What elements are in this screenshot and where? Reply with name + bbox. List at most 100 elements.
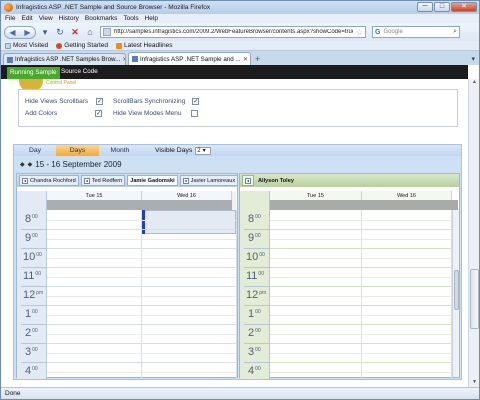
option-label: Hide View Modes Menu bbox=[113, 110, 182, 117]
reload-icon[interactable]: ↻ bbox=[54, 26, 66, 38]
resource-scrollbar[interactable] bbox=[452, 210, 459, 377]
close-tab-icon[interactable]: ✕ bbox=[243, 56, 248, 63]
day-column-tue[interactable] bbox=[270, 210, 362, 379]
expand-icon[interactable]: ◂ bbox=[83, 177, 90, 184]
selected-time-block[interactable] bbox=[143, 210, 236, 234]
hour-number: 1 bbox=[25, 308, 32, 320]
time-slot-line bbox=[142, 257, 236, 259]
hour-label: 800 bbox=[248, 213, 261, 225]
resource-chandra-rochford[interactable]: ◂ Chandra Rochford bbox=[19, 175, 79, 186]
tab-list-icon[interactable]: ▾ bbox=[471, 55, 475, 63]
menu-file[interactable]: File bbox=[5, 15, 15, 22]
menu-bookmarks[interactable]: Bookmarks bbox=[85, 15, 118, 22]
search-icon[interactable]: ⌕ bbox=[453, 28, 459, 36]
hour-suffix: 00 bbox=[36, 252, 42, 258]
expand-icon[interactable]: ◂ bbox=[182, 177, 189, 184]
appointment-bar[interactable] bbox=[142, 210, 145, 234]
time-slot-line bbox=[47, 333, 141, 335]
menu-history[interactable]: History bbox=[59, 15, 79, 22]
option-scrollbars-synchronizing[interactable]: ScrollBars Synchronizing ✓ bbox=[113, 98, 200, 105]
menu-tools[interactable]: Tools bbox=[123, 15, 138, 22]
visible-days-select[interactable]: 2 ▾ bbox=[195, 146, 212, 155]
home-icon[interactable]: ⌂ bbox=[84, 26, 96, 38]
bookmark-getting-started[interactable]: Getting Started bbox=[56, 42, 108, 49]
resource-ted-redfern[interactable]: ◂ Ted Redfern bbox=[80, 175, 126, 186]
tab-samples-browser[interactable]: Infragistics ASP .NET Samples Brow... ✕ bbox=[3, 53, 126, 65]
day-header-wed[interactable]: Wed 16 bbox=[142, 191, 232, 200]
google-icon[interactable]: G bbox=[375, 29, 380, 36]
day-header-wed[interactable]: Wed 16 bbox=[362, 191, 452, 200]
close-tab-icon[interactable]: ✕ bbox=[122, 56, 125, 63]
menu-view[interactable]: View bbox=[39, 15, 53, 22]
option-hide-view-modes-menu[interactable]: Hide View Modes Menu bbox=[113, 110, 198, 117]
expand-icon[interactable]: ◂ bbox=[245, 177, 251, 184]
bookmark-star-icon[interactable]: ☆ bbox=[356, 28, 365, 37]
back-forward-buttons[interactable]: ◀ ▶ bbox=[4, 25, 36, 39]
day-column-tue[interactable] bbox=[47, 210, 142, 379]
checkbox[interactable]: ✓ bbox=[96, 98, 104, 105]
new-tab-icon[interactable]: + bbox=[255, 54, 260, 64]
search-box[interactable]: G Google ⌕ bbox=[372, 26, 460, 38]
day-header-tue[interactable]: Tue 15 bbox=[47, 191, 142, 200]
time-slot-line bbox=[142, 333, 236, 335]
day-column-wed[interactable] bbox=[142, 210, 237, 379]
source-code-tab[interactable]: Source Code bbox=[61, 68, 98, 75]
bookmark-most-visited[interactable]: Most Visited bbox=[5, 42, 48, 49]
checkbox[interactable]: ✓ bbox=[95, 110, 103, 117]
maximize-button[interactable]: □ bbox=[434, 2, 450, 12]
running-sample-tab[interactable]: Running Sample bbox=[7, 67, 60, 79]
address-bar[interactable]: http://samples.infragistics.com/2009.2/W… bbox=[100, 26, 366, 38]
option-hide-views-scrollbars[interactable]: Hide Views Scrollbars ✓ bbox=[25, 98, 104, 105]
checkbox[interactable]: ✓ bbox=[192, 98, 200, 105]
time-slot-line bbox=[47, 352, 141, 354]
option-add-colors[interactable]: Add Colors ✓ bbox=[25, 110, 103, 117]
url-text[interactable]: http://samples.infragistics.com/2009.2/W… bbox=[114, 29, 353, 35]
page-scrollbar[interactable]: ▲ ▼ bbox=[468, 79, 479, 387]
collapse-icon[interactable]: ◂ bbox=[242, 175, 254, 186]
day-column-wed[interactable] bbox=[362, 210, 452, 379]
day-header-tue[interactable]: Tue 15 bbox=[270, 191, 362, 200]
scroll-thumb[interactable] bbox=[454, 270, 459, 310]
menu-edit[interactable]: Edit bbox=[21, 15, 32, 22]
time-slot-line bbox=[362, 248, 451, 249]
resource-javier-lamoreaux[interactable]: ◂ Javier Lamoreaux bbox=[179, 175, 239, 186]
checkbox[interactable] bbox=[190, 110, 198, 117]
dropdown-history-icon[interactable]: ▾ bbox=[39, 26, 51, 38]
hour-suffix: 00 bbox=[32, 309, 38, 315]
back-arrow-icon[interactable]: ◀ bbox=[9, 28, 15, 37]
hour-label: 100 bbox=[248, 308, 261, 320]
tab-days[interactable]: Days bbox=[56, 145, 99, 156]
forward-arrow-icon[interactable]: ▶ bbox=[24, 28, 30, 37]
hour-suffix: 00 bbox=[258, 271, 264, 277]
resource-jamie-gadomski[interactable]: Jamie Gadomski bbox=[127, 175, 178, 186]
tab-month[interactable]: Month bbox=[99, 145, 141, 156]
resource-allyson-toley[interactable]: Allyson Toley bbox=[256, 175, 296, 186]
search-placeholder[interactable]: Google bbox=[383, 29, 450, 35]
menu-help[interactable]: Help bbox=[145, 15, 158, 22]
time-slot-line bbox=[270, 286, 361, 287]
time-slot-line bbox=[270, 267, 361, 268]
scroll-down-icon[interactable]: ▼ bbox=[470, 379, 479, 387]
hour-divider bbox=[244, 229, 269, 230]
next-period-icon[interactable]: ◆ bbox=[28, 161, 33, 168]
tab-sample-source-browser[interactable]: Infragistics ASP .NET Sample and ... ✕ bbox=[128, 52, 251, 65]
hour-suffix: 00 bbox=[255, 214, 261, 220]
close-button[interactable]: ✕ bbox=[451, 2, 477, 12]
chevron-down-icon: ▾ bbox=[202, 148, 206, 154]
scroll-thumb[interactable] bbox=[470, 269, 479, 329]
expand-icon[interactable]: ◂ bbox=[22, 177, 28, 184]
time-slot-line bbox=[142, 248, 236, 249]
time-slot-line bbox=[142, 324, 236, 325]
previous-period-icon[interactable]: ◆ bbox=[20, 161, 25, 168]
all-day-area[interactable] bbox=[47, 200, 232, 210]
tab-day[interactable]: Day bbox=[14, 145, 56, 156]
bookmark-latest-headlines[interactable]: Latest Headlines bbox=[116, 42, 172, 49]
minimize-button[interactable]: ─ bbox=[417, 2, 433, 12]
time-slot-line bbox=[47, 295, 141, 297]
all-day-area[interactable] bbox=[270, 200, 458, 210]
option-label: Add Colors bbox=[25, 110, 58, 117]
scroll-up-icon[interactable]: ▲ bbox=[470, 79, 479, 87]
hour-label: 900 bbox=[25, 232, 38, 244]
stop-icon[interactable]: ✕ bbox=[69, 26, 81, 38]
time-slot-line bbox=[47, 238, 141, 240]
